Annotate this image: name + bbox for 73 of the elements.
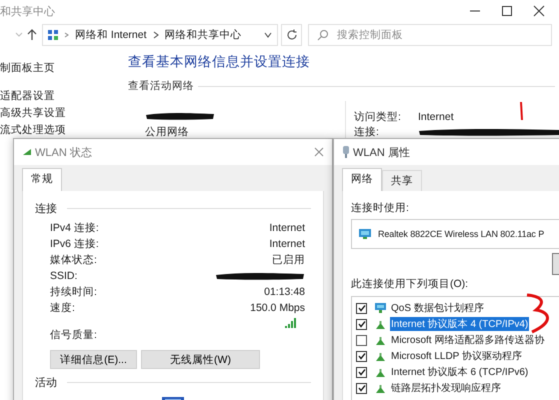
maximize-icon [501, 5, 513, 17]
dialog-title: WLAN 属性 [353, 146, 410, 160]
tab[interactable]: 常规 [22, 168, 62, 191]
field-label: 媒体状态: [50, 253, 97, 267]
field-value: Internet [269, 238, 305, 250]
field-label: 连接时使用: [351, 201, 410, 215]
checkbox[interactable] [356, 302, 367, 314]
signal-icon [22, 148, 32, 156]
field-label: 此连接使用下列项目(O): [351, 277, 470, 291]
tab[interactable]: 网络 [342, 168, 382, 191]
sidebar-link[interactable]: 高级共享设置 [0, 105, 128, 122]
network-adapter-icon [342, 146, 350, 158]
sidebar-link[interactable]: 制面板主页 [0, 60, 128, 77]
refresh-icon [286, 29, 298, 41]
sidebar-link[interactable]: 流式处理选项 [0, 122, 128, 139]
field-label: SSID: [50, 270, 78, 282]
page-heading: 查看基本网络信息并设置连接 [128, 53, 311, 71]
up-arrow-icon [27, 29, 37, 41]
monitor-icon [358, 228, 372, 240]
chevron-right-icon [64, 30, 70, 40]
breadcrumb-item[interactable]: 网络和共享中心 [164, 28, 242, 42]
group-label: 连接 [35, 202, 57, 216]
field-value: 150.0 Mbps [250, 302, 305, 314]
list-item[interactable]: QoS 数据包计划程序 [390, 301, 485, 315]
field-value: 01:13:48 [264, 286, 305, 298]
annotation-stroke [518, 100, 524, 120]
network-protocol-icon [374, 334, 387, 346]
list-item[interactable]: Microsoft LLDP 协议驱动程序 [390, 349, 523, 363]
list-item[interactable]: Internet 协议版本 4 (TCP/IPv4) [390, 317, 530, 331]
field-label: 访问类型: [354, 110, 402, 124]
signal-bars-icon [285, 318, 297, 328]
checkbox[interactable] [356, 334, 367, 346]
close-icon [533, 5, 545, 17]
group-label: 活动 [35, 376, 57, 390]
field-label: 速度: [50, 301, 75, 315]
field-value: 已启用 [272, 253, 305, 267]
dialog-button[interactable]: 详细信息(E)... [50, 350, 137, 369]
close-icon [314, 147, 324, 157]
refresh-button[interactable] [281, 24, 302, 46]
dialog-title: WLAN 状态 [35, 146, 92, 160]
checkbox[interactable] [356, 366, 367, 378]
chevron-right-icon [152, 30, 160, 40]
network-icon [47, 29, 59, 41]
list-item[interactable]: 链路层拓扑发现响应程序 [390, 381, 502, 395]
network-protocol-icon [374, 318, 387, 330]
address-bar[interactable]: 网络和 Internet 网络和共享中心 [42, 24, 278, 46]
checkbox[interactable] [356, 382, 367, 394]
network-type: 公用网络 [145, 125, 190, 139]
field-label: 持续时间: [50, 285, 97, 299]
list-item[interactable]: Internet 协议版本 6 (TCP/IPv6) [390, 365, 530, 379]
network-protocol-icon [374, 382, 387, 394]
search-icon [317, 29, 329, 41]
field-value: Internet [269, 222, 305, 234]
breadcrumb-item[interactable]: 网络和 Internet [75, 28, 147, 42]
field-label: 信号质量: [50, 328, 97, 342]
monitor-icon [374, 302, 387, 314]
network-protocol-icon [374, 350, 387, 362]
field-label: 连接: [354, 124, 380, 138]
section-title: 查看活动网络 [128, 79, 194, 93]
sidebar-link[interactable]: 适配器设置 [0, 88, 128, 105]
network-protocol-icon [374, 366, 387, 378]
field-label: IPv6 连接: [50, 237, 99, 251]
adapter-name: Realtek 8822CE Wireless LAN 802.11ac P [378, 229, 544, 239]
field-value: Internet [418, 110, 454, 122]
search-field[interactable]: 搜索控制面板 [308, 24, 552, 46]
checkbox[interactable] [356, 350, 367, 362]
field-label: IPv4 连接: [50, 221, 99, 235]
chevron-down-icon [263, 30, 273, 40]
tab[interactable]: 共享 [382, 170, 422, 191]
window-title: 和共享中心 [0, 4, 55, 18]
checkbox[interactable] [356, 318, 367, 330]
dialog-button[interactable]: 无线属性(W) [141, 350, 260, 369]
list-item[interactable]: Microsoft 网络适配器多路传送器协 [390, 333, 546, 347]
